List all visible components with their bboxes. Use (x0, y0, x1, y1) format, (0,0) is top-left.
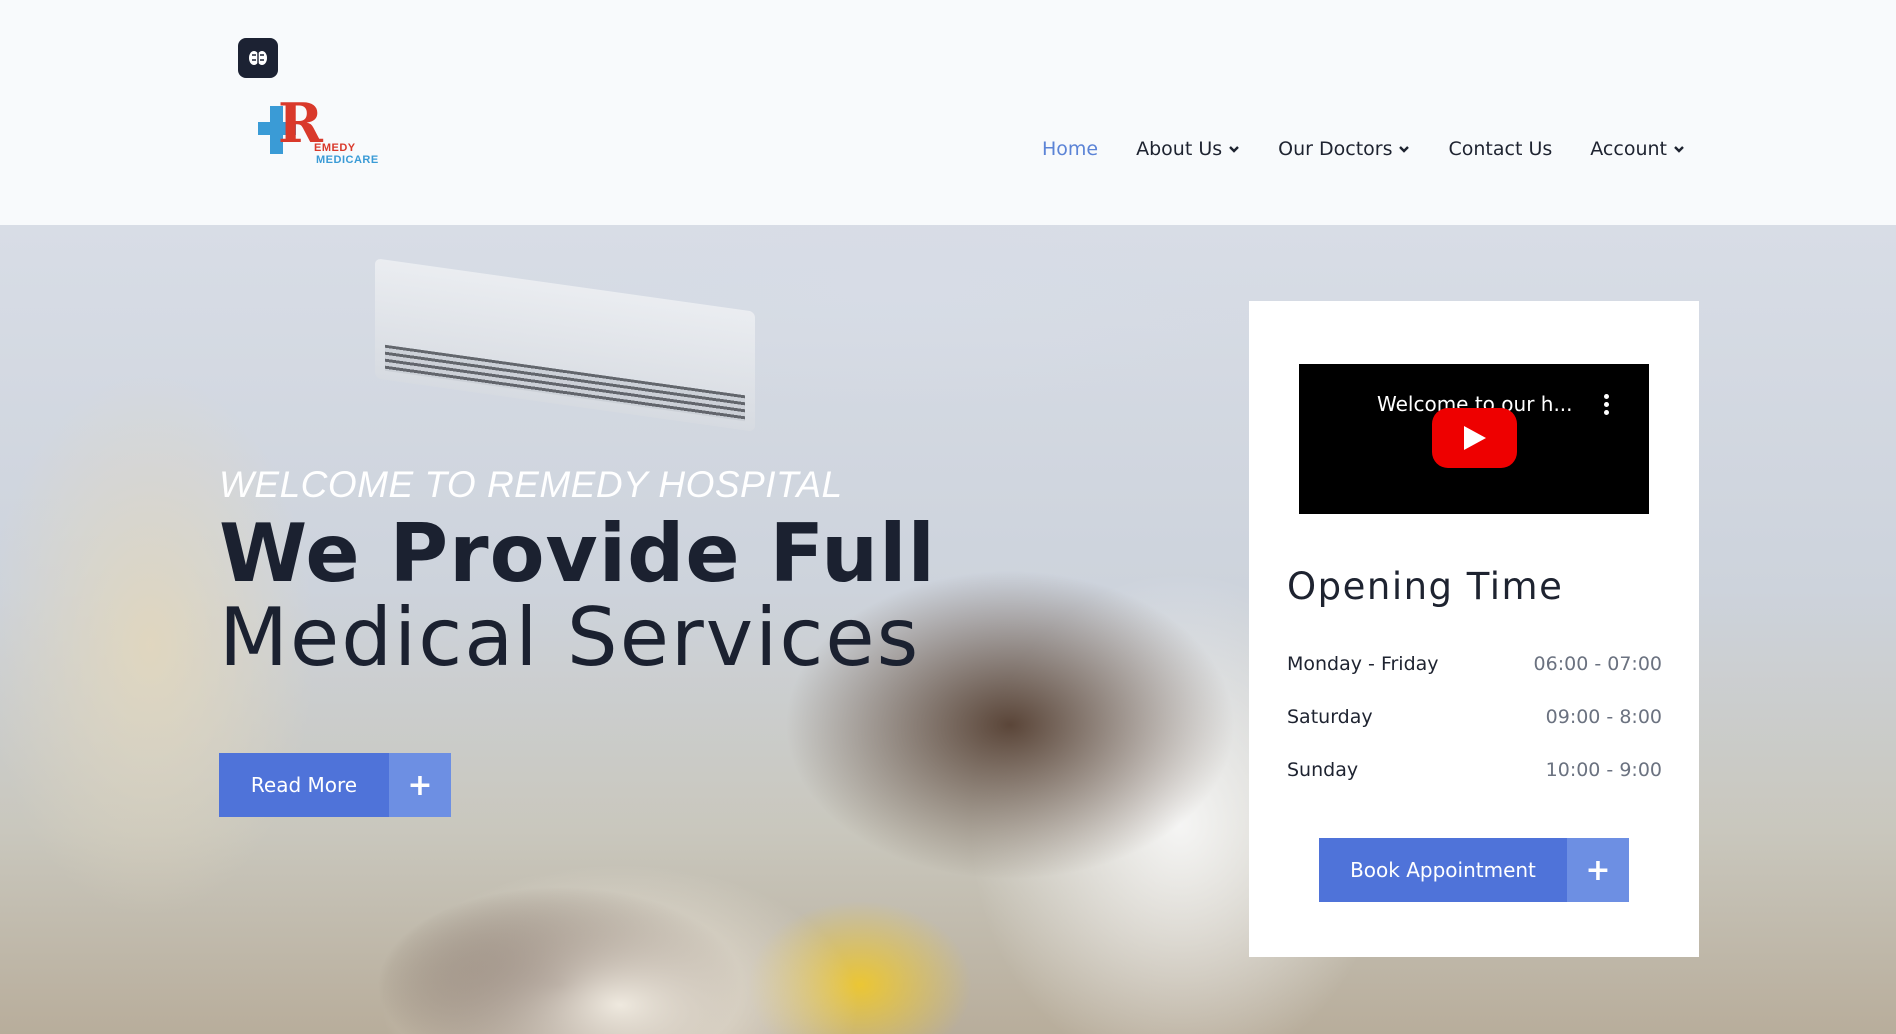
nav-home-label: Home (1042, 138, 1099, 160)
logo-text-line1: EMEDY (314, 142, 356, 154)
youtube-video-embed[interactable]: Welcome to our h... (1299, 364, 1649, 514)
hours-row: Sunday 10:00 - 9:00 (1287, 759, 1662, 812)
main-nav: Home About Us Our Doctors Contact Us Acc… (1042, 138, 1685, 160)
more-vertical-icon[interactable] (1603, 394, 1609, 415)
youtube-play-icon[interactable] (1432, 408, 1517, 468)
read-more-label: Read More (219, 753, 389, 817)
logo-text-line2: MEDICARE (316, 154, 379, 166)
hero-headline-line1: We Provide Full (219, 506, 936, 600)
book-appointment-button[interactable]: Book Appointment + (1319, 838, 1629, 902)
hours-row: Saturday 09:00 - 8:00 (1287, 706, 1662, 759)
nav-about-us[interactable]: About Us (1136, 138, 1240, 160)
plus-icon: + (1567, 838, 1629, 902)
book-appointment-label: Book Appointment (1319, 838, 1567, 902)
plus-icon: + (389, 753, 451, 817)
site-header: R EMEDY MEDICARE Home About Us Our Docto… (0, 0, 1896, 225)
opening-time-card: Welcome to our h... Opening Time Monday … (1249, 301, 1699, 957)
hours-time: 09:00 - 8:00 (1545, 706, 1662, 728)
hero-text: WELCOME TO REMEDY HOSPITAL We Provide Fu… (219, 464, 936, 684)
hero-welcome-text: WELCOME TO REMEDY HOSPITAL (219, 464, 843, 505)
hours-time: 06:00 - 07:00 (1533, 653, 1662, 675)
opening-time-title: Opening Time (1287, 565, 1564, 608)
brain-icon (249, 51, 267, 65)
remedy-medicare-logo[interactable]: R EMEDY MEDICARE (256, 96, 386, 166)
hero-headline-line2: Medical Services (219, 590, 921, 684)
brain-icon-button[interactable] (238, 38, 278, 78)
nav-account[interactable]: Account (1590, 138, 1685, 160)
chevron-down-icon (1673, 144, 1685, 154)
hours-row: Monday - Friday 06:00 - 07:00 (1287, 653, 1662, 706)
nav-contact-us[interactable]: Contact Us (1448, 138, 1552, 160)
chevron-down-icon (1398, 144, 1410, 154)
nav-account-label: Account (1590, 138, 1667, 160)
nav-home[interactable]: Home (1042, 138, 1098, 160)
nav-about-us-label: About Us (1136, 138, 1223, 160)
chevron-down-icon (1228, 144, 1240, 154)
nav-our-doctors-label: Our Doctors (1278, 138, 1393, 160)
opening-hours-list: Monday - Friday 06:00 - 07:00 Saturday 0… (1287, 653, 1662, 812)
read-more-button[interactable]: Read More + (219, 753, 451, 817)
nav-our-doctors[interactable]: Our Doctors (1278, 138, 1410, 160)
hours-day: Monday - Friday (1287, 653, 1439, 675)
hours-time: 10:00 - 9:00 (1545, 759, 1662, 781)
nav-contact-us-label: Contact Us (1448, 138, 1553, 160)
hours-day: Saturday (1287, 706, 1373, 728)
hours-day: Sunday (1287, 759, 1359, 781)
